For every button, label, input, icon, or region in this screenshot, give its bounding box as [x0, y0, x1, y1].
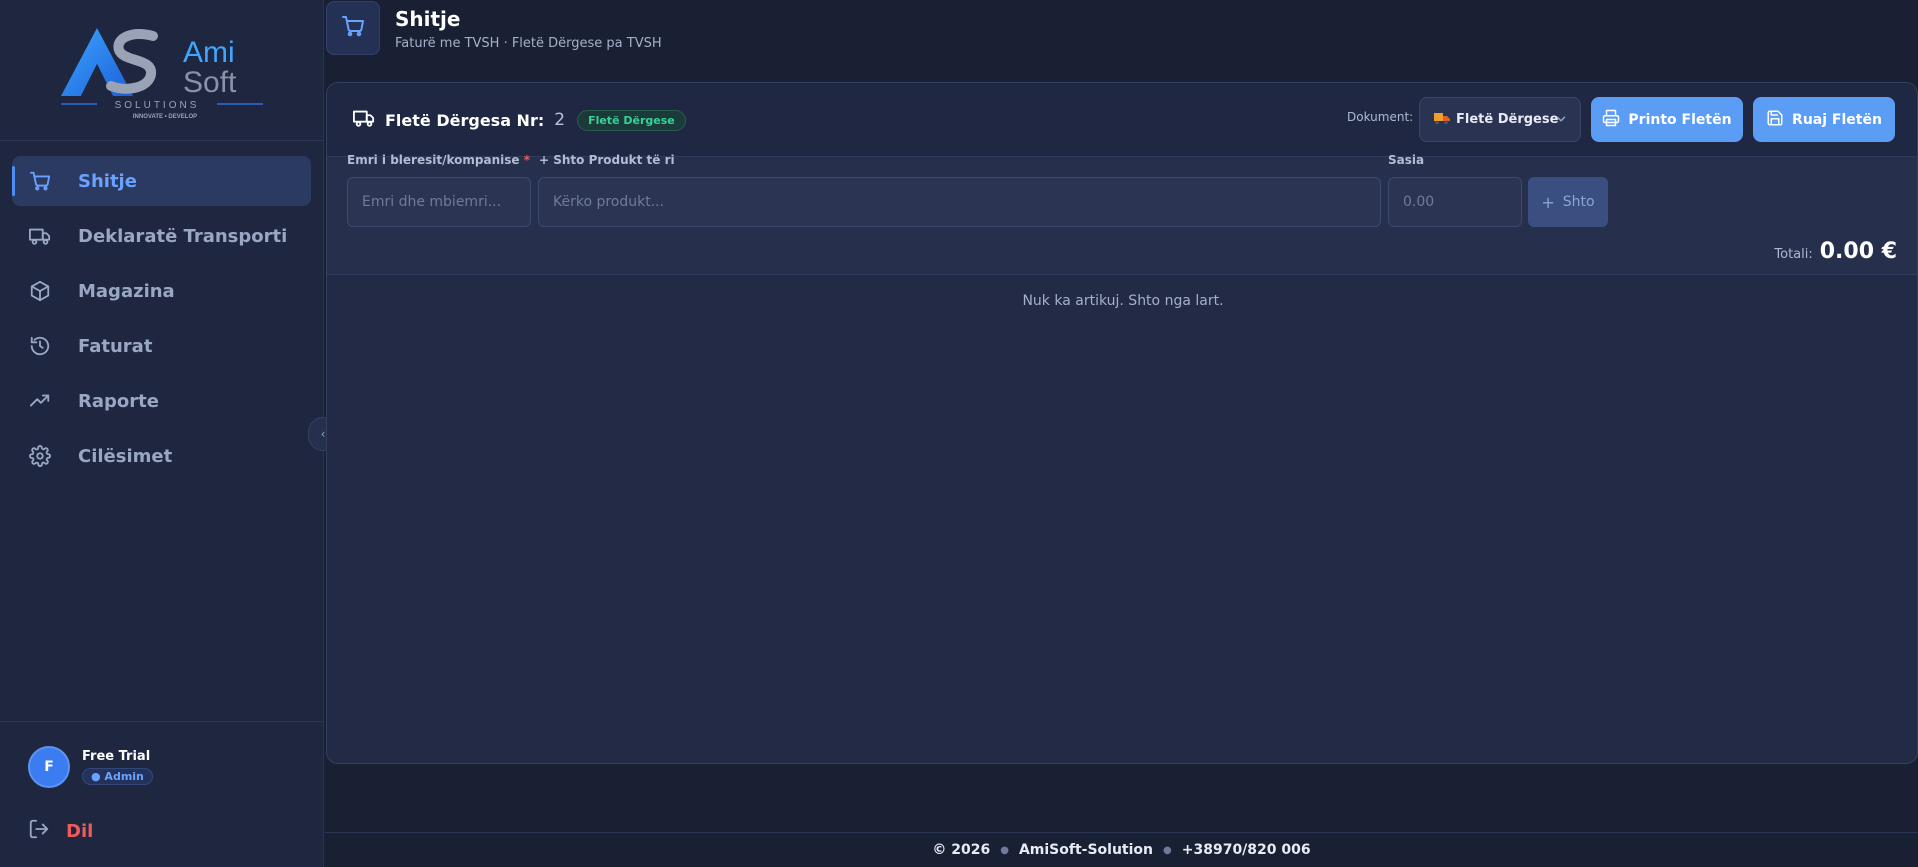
sidebar-item-label: Shitje: [78, 170, 137, 192]
document-number: 2: [554, 110, 566, 130]
logout-button[interactable]: Dil: [28, 818, 93, 844]
sidebar-item-faturat[interactable]: Faturat: [12, 321, 311, 371]
sidebar-item-label: Raporte: [78, 390, 159, 412]
box-icon: [28, 279, 52, 303]
user-info: Free Trial ● Admin: [82, 749, 153, 785]
save-button[interactable]: Ruaj Fletën: [1753, 97, 1895, 142]
printer-icon: [1602, 109, 1620, 131]
quantity-label: Sasia: [1388, 153, 1425, 167]
total-display: Totali: 0.00 €: [1774, 239, 1897, 264]
empty-items-message: Nuk ka artikuj. Shto nga lart.: [1022, 293, 1224, 309]
document-type-select[interactable]: Fletë Dërgese: [1419, 97, 1581, 142]
document-select-label: Dokument:: [1347, 110, 1414, 124]
sidebar-item-magazina[interactable]: Magazina: [12, 266, 311, 316]
required-marker: *: [523, 153, 530, 167]
user-profile[interactable]: F Free Trial ● Admin: [28, 746, 153, 788]
svg-text:INNOVATE • DEVELOP: INNOVATE • DEVELOP: [132, 114, 196, 120]
print-button-label: Printo Fletën: [1628, 111, 1732, 128]
sidebar-item-label: Magazina: [78, 280, 175, 302]
product-search-input[interactable]: Kërko produkt...: [538, 177, 1381, 227]
svg-text:Soft: Soft: [183, 66, 237, 99]
logout-icon: [28, 818, 50, 844]
gear-icon: [28, 444, 52, 468]
sidebar-item-label: Cilësimet: [78, 445, 173, 467]
svg-text:SOLUTIONS: SOLUTIONS: [114, 100, 199, 111]
total-label: Totali:: [1774, 247, 1813, 262]
footer-separator: ●: [1163, 844, 1172, 856]
buyer-name-input[interactable]: Emri dhe mbiemri...: [347, 177, 531, 227]
logout-label: Dil: [66, 820, 94, 842]
document-title-text: Fletë Dërgesa Nr:: [385, 110, 545, 130]
sidebar-item-shitje[interactable]: Shitje: [12, 156, 311, 206]
save-button-label: Ruaj Fletën: [1792, 111, 1882, 128]
page-subtitle: Faturë me TVSH · Fletë Dërgese pa TVSH: [395, 36, 662, 51]
add-item-button[interactable]: + Shto: [1528, 177, 1608, 227]
footer-phone: +38970/820 006: [1181, 842, 1311, 858]
footer-separator: ●: [1000, 844, 1009, 856]
add-item-button-label: Shto: [1562, 194, 1595, 210]
footer-company: AmiSoft-Solution: [1018, 842, 1154, 858]
user-name: Free Trial: [82, 749, 151, 764]
print-button[interactable]: Printo Fletën: [1591, 97, 1743, 142]
quantity-input[interactable]: 0.00: [1388, 177, 1522, 227]
total-value: 0.00 €: [1819, 239, 1897, 264]
app-window: Ami Soft SOLUTIONS INNOVATE • DEVELOP Sh…: [0, 0, 1918, 867]
logo[interactable]: Ami Soft SOLUTIONS INNOVATE • DEVELOP: [0, 0, 323, 141]
svg-text:Ami: Ami: [183, 36, 235, 69]
cart-icon: [341, 14, 365, 42]
sidebar: Ami Soft SOLUTIONS INNOVATE • DEVELOP Sh…: [0, 0, 324, 867]
totals-row: Totali: 0.00 €: [327, 229, 1917, 275]
buyer-name-placeholder: Emri dhe mbiemri...: [362, 194, 502, 210]
card-header: Fletë Dërgesa Nr: 2 Fletë Dërgese Dokume…: [327, 83, 1917, 157]
sidebar-item-label: Deklaratë Transporti: [78, 225, 288, 247]
buyer-label: Emri i bleresit/kompanise *: [347, 153, 530, 167]
footer-copyright: © 2026: [932, 842, 991, 858]
cart-icon: [28, 169, 52, 193]
sidebar-item-cilesimet[interactable]: Cilësimet: [12, 431, 311, 481]
sidebar-nav: Shitje Deklaratë Transporti Magazina Fat…: [0, 141, 323, 481]
user-role-badge: ● Admin: [82, 768, 153, 785]
document-type-badge: Fletë Dërgese: [577, 109, 686, 131]
quantity-placeholder: 0.00: [1403, 194, 1435, 210]
trend-icon: [28, 389, 52, 413]
sidebar-item-label: Faturat: [78, 335, 153, 357]
buyer-label-text: Emri i bleresit/kompanise: [347, 153, 520, 167]
product-search-placeholder: Kërko produkt...: [553, 194, 665, 210]
document-select-value: Fletë Dërgese: [1456, 112, 1559, 127]
truck-icon: [28, 224, 52, 248]
page-title: Shitje: [395, 7, 461, 31]
plus-icon: +: [1541, 192, 1555, 212]
delivery-note-card: Fletë Dërgesa Nr: 2 Fletë Dërgese Dokume…: [326, 82, 1918, 764]
avatar: F: [28, 746, 70, 788]
delivery-truck-emoji-icon: [1434, 110, 1450, 129]
page-header-icon: [326, 1, 380, 55]
save-icon: [1766, 109, 1784, 131]
page-footer: © 2026 ● AmiSoft-Solution ● +38970/820 0…: [325, 832, 1918, 867]
brand-logo-icon: Ami Soft SOLUTIONS INNOVATE • DEVELOP: [60, 28, 263, 120]
sidebar-footer: F Free Trial ● Admin Dil: [0, 721, 324, 867]
sidebar-item-raporte[interactable]: Raporte: [12, 376, 311, 426]
chevron-left-icon: ‹: [320, 427, 326, 441]
chevron-down-icon: [1554, 111, 1568, 130]
history-icon: [28, 334, 52, 358]
sidebar-item-deklarate-transporti[interactable]: Deklaratë Transporti: [12, 211, 311, 261]
truck-icon: [353, 107, 375, 133]
add-new-product-link[interactable]: + Shto Produkt të ri: [539, 153, 675, 167]
document-title: Fletë Dërgesa Nr: 2 Fletë Dërgese: [353, 107, 686, 133]
